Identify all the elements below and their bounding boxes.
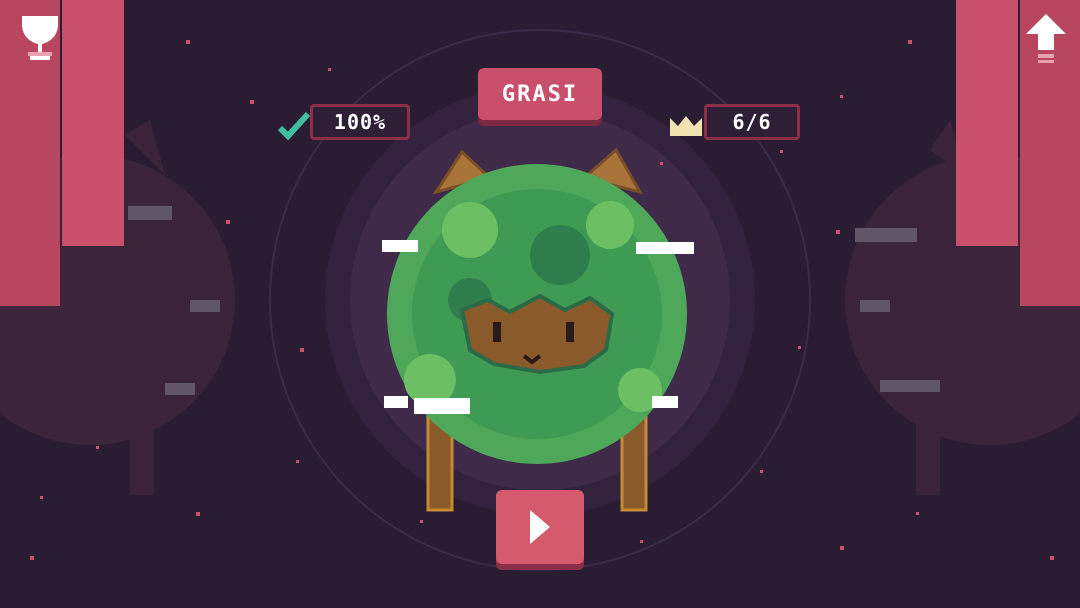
level-title-button[interactable]: GRASI <box>478 68 602 120</box>
play-icon <box>530 510 550 544</box>
level-title: GRASI <box>501 81 579 107</box>
eye-left <box>493 322 501 342</box>
crown-count: 6/6 <box>732 110 772 134</box>
eye-right <box>566 322 574 342</box>
crown-icon <box>668 114 708 140</box>
upgrade-button[interactable] <box>1022 12 1070 68</box>
completion-badge: 100% <box>310 104 410 140</box>
left-panel-front <box>62 0 124 246</box>
completion-value: 100% <box>333 110 387 134</box>
arrow-up-icon <box>1026 14 1066 63</box>
trophy-button[interactable] <box>16 12 64 68</box>
right-panel-front <box>956 0 1018 246</box>
play-button[interactable] <box>496 490 584 564</box>
trophy-icon <box>22 16 58 60</box>
crown-badge: 6/6 <box>704 104 800 140</box>
